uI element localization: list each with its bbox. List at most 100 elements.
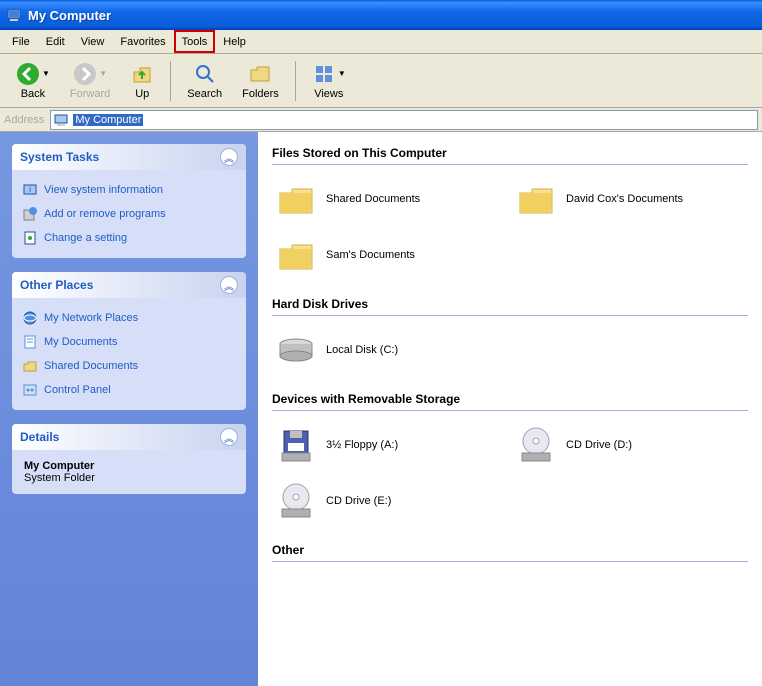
menu-edit[interactable]: Edit (38, 30, 73, 53)
address-field[interactable]: My Computer (50, 110, 758, 130)
forward-label: Forward (70, 88, 110, 100)
folder-icon (276, 179, 316, 219)
up-label: Up (135, 88, 149, 100)
link-change-setting[interactable]: Change a setting (22, 226, 236, 250)
section-removable-header: Devices with Removable Storage (272, 392, 748, 406)
link-view-system-info[interactable]: i View system information (22, 178, 236, 202)
toolbar-separator (170, 61, 171, 101)
item-label: Sam's Documents (326, 249, 415, 261)
address-value: My Computer (73, 114, 143, 126)
forward-button: ▼ Forward (62, 60, 118, 102)
panel-header[interactable]: System Tasks ︽ (12, 144, 246, 170)
computer-icon (6, 7, 22, 23)
section-rule (272, 315, 748, 316)
floppy-icon (276, 425, 316, 465)
item-label: CD Drive (E:) (326, 495, 391, 507)
link-control-panel[interactable]: Control Panel (22, 378, 236, 402)
item-sams-documents[interactable]: Sam's Documents (272, 231, 492, 279)
link-label: My Documents (44, 336, 117, 348)
link-network-places[interactable]: My Network Places (22, 306, 236, 330)
panel-system-tasks: System Tasks ︽ i View system information… (12, 144, 246, 258)
section-rule (272, 164, 748, 165)
toolbar-separator (295, 61, 296, 101)
link-my-documents[interactable]: My Documents (22, 330, 236, 354)
addressbar: Address My Computer (0, 108, 762, 132)
side-panel: System Tasks ︽ i View system information… (0, 132, 258, 686)
item-label: Shared Documents (326, 193, 420, 205)
main-view: Files Stored on This Computer Shared Doc… (258, 132, 762, 686)
address-label: Address (4, 114, 44, 126)
section-rule (272, 561, 748, 562)
item-cd-drive-d[interactable]: CD Drive (D:) (512, 421, 732, 469)
menu-file[interactable]: File (4, 30, 38, 53)
folders-icon (248, 62, 272, 86)
folder-icon (516, 179, 556, 219)
network-icon (22, 310, 38, 326)
back-button[interactable]: ▼ Back (8, 60, 58, 102)
folders-button[interactable]: Folders (234, 60, 287, 102)
panel-title: Details (20, 430, 59, 444)
search-label: Search (187, 88, 222, 100)
menu-view[interactable]: View (73, 30, 113, 53)
item-label: CD Drive (D:) (566, 439, 632, 451)
documents-icon (22, 334, 38, 350)
panel-details: Details ︽ My Computer System Folder (12, 424, 246, 494)
up-button[interactable]: Up (122, 60, 162, 102)
folders-label: Folders (242, 88, 279, 100)
link-add-remove-programs[interactable]: Add or remove programs (22, 202, 236, 226)
section-other-header: Other (272, 543, 748, 557)
details-name: My Computer (24, 460, 234, 472)
menu-help[interactable]: Help (215, 30, 254, 53)
views-button[interactable]: ▼ Views (304, 60, 354, 102)
dropdown-arrow-icon: ▼ (99, 69, 107, 78)
menu-favorites[interactable]: Favorites (112, 30, 173, 53)
link-label: Control Panel (44, 384, 111, 396)
section-hard-disks-header: Hard Disk Drives (272, 297, 748, 311)
panel-header[interactable]: Details ︽ (12, 424, 246, 450)
up-icon (130, 62, 154, 86)
link-label: Shared Documents (44, 360, 138, 372)
computer-icon (53, 112, 69, 128)
collapse-icon[interactable]: ︽ (220, 148, 238, 166)
forward-icon (73, 62, 97, 86)
menu-tools[interactable]: Tools (174, 30, 216, 53)
window-title: My Computer (28, 8, 111, 23)
item-local-disk-c[interactable]: Local Disk (C:) (272, 326, 492, 374)
search-button[interactable]: Search (179, 60, 230, 102)
panel-header[interactable]: Other Places ︽ (12, 272, 246, 298)
settings-icon (22, 230, 38, 246)
link-shared-documents[interactable]: Shared Documents (22, 354, 236, 378)
section-rule (272, 410, 748, 411)
files-stored-items: Shared Documents David Cox's Documents S… (272, 175, 748, 279)
views-icon (312, 62, 336, 86)
item-cd-drive-e[interactable]: CD Drive (E:) (272, 477, 492, 525)
content-area: System Tasks ︽ i View system information… (0, 132, 762, 686)
back-label: Back (21, 88, 45, 100)
item-floppy-a[interactable]: 3½ Floppy (A:) (272, 421, 492, 469)
cd-icon (276, 481, 316, 521)
panel-title: System Tasks (20, 150, 99, 164)
item-label: 3½ Floppy (A:) (326, 439, 398, 451)
info-icon: i (22, 182, 38, 198)
programs-icon (22, 206, 38, 222)
menubar: File Edit View Favorites Tools Help (0, 30, 762, 54)
hard-disks-items: Local Disk (C:) (272, 326, 748, 374)
item-david-cox-documents[interactable]: David Cox's Documents (512, 175, 732, 223)
shared-folder-icon (22, 358, 38, 374)
link-label: View system information (44, 184, 163, 196)
collapse-icon[interactable]: ︽ (220, 428, 238, 446)
item-label: David Cox's Documents (566, 193, 683, 205)
collapse-icon[interactable]: ︽ (220, 276, 238, 294)
link-label: Add or remove programs (44, 208, 166, 220)
panel-body: My Computer System Folder (12, 450, 246, 494)
back-icon (16, 62, 40, 86)
dropdown-arrow-icon: ▼ (338, 69, 346, 78)
link-label: My Network Places (44, 312, 138, 324)
details-type: System Folder (24, 472, 234, 484)
toolbar: ▼ Back ▼ Forward Up Search Folders (0, 54, 762, 108)
link-label: Change a setting (44, 232, 127, 244)
search-icon (193, 62, 217, 86)
item-shared-documents[interactable]: Shared Documents (272, 175, 492, 223)
svg-text:i: i (29, 185, 31, 194)
panel-body: My Network Places My Documents Shared Do… (12, 298, 246, 410)
